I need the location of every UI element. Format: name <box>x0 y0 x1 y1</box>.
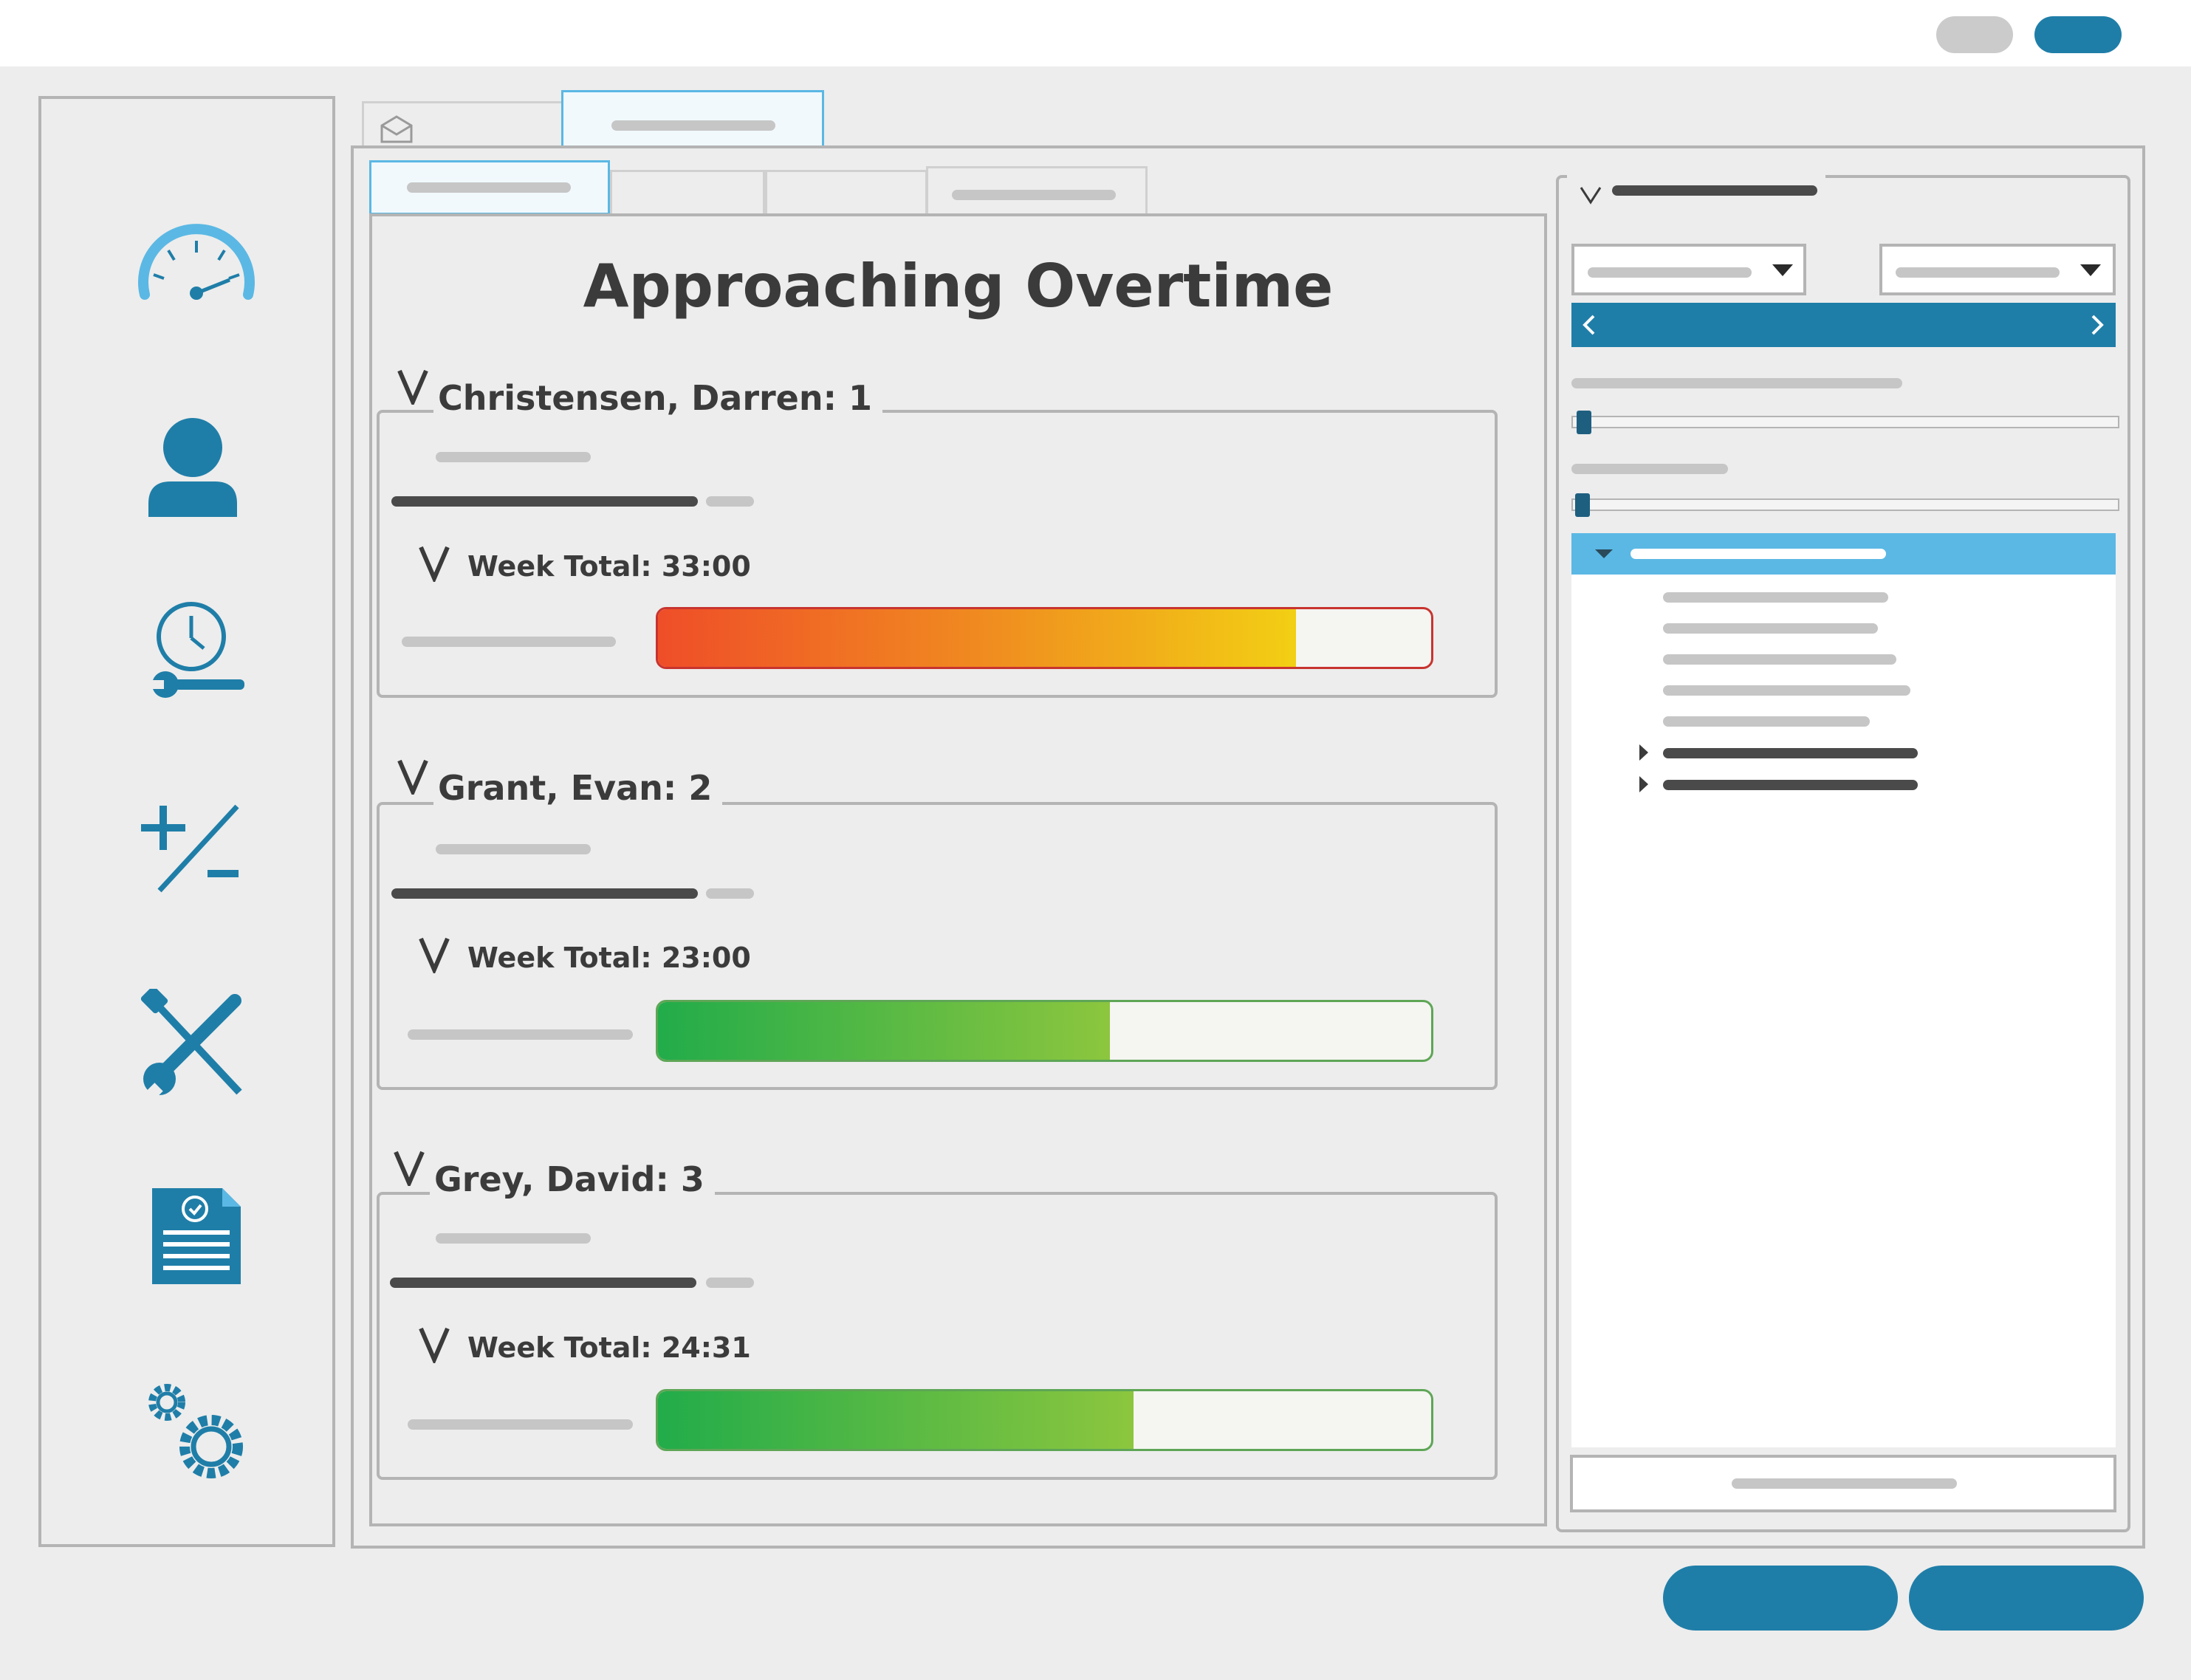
slider-1-label-placeholder <box>1571 378 1902 388</box>
detail-bar-remainder <box>706 888 754 899</box>
week-progress-bar <box>656 1000 1433 1062</box>
approved-document-icon[interactable] <box>148 1184 244 1288</box>
collapse-chevron-icon[interactable] <box>397 758 429 798</box>
tree-child-item[interactable] <box>1663 716 1870 727</box>
slider-1-handle[interactable] <box>1577 411 1591 434</box>
week-total-label: Week Total: 33:00 <box>467 550 751 583</box>
adjustments-plus-minus-icon[interactable] <box>134 800 252 896</box>
week-progress-fill <box>658 1391 1134 1449</box>
week-row-placeholder <box>408 1419 633 1430</box>
detail-placeholder <box>436 844 591 854</box>
slider-2-handle[interactable] <box>1575 493 1590 517</box>
window-minimize-button[interactable] <box>1936 16 2013 53</box>
inner-tab-4[interactable] <box>926 166 1148 215</box>
settings-gears-icon[interactable] <box>141 1376 252 1487</box>
person-title: Grey, David: 3 <box>430 1162 715 1196</box>
collapsed-caret-icon[interactable] <box>1638 743 1650 762</box>
week-total-label: Week Total: 23:00 <box>467 942 751 974</box>
outer-tab-active[interactable] <box>561 90 824 147</box>
sidebar <box>38 96 335 1547</box>
tree-list <box>1571 533 2116 1447</box>
week-row-placeholder <box>408 1029 633 1040</box>
inner-tab-1[interactable] <box>369 160 610 215</box>
page-title: Approaching Overtime <box>583 252 1334 320</box>
collapse-chevron-icon[interactable] <box>397 368 429 408</box>
detail-bar-placeholder <box>390 1278 696 1288</box>
slider-2-track[interactable] <box>1571 498 2119 511</box>
slider-1-track[interactable] <box>1571 416 2119 428</box>
detail-bar-remainder <box>706 496 754 507</box>
detail-bar-placeholder <box>391 888 698 899</box>
week-collapse-chevron-icon[interactable] <box>417 935 451 976</box>
detail-placeholder <box>436 1233 591 1244</box>
person-title: Christensen, Darren: 1 <box>433 381 883 415</box>
home-envelope-icon <box>379 115 414 145</box>
dashboard-gauge-icon[interactable] <box>130 210 263 313</box>
tree-child-item[interactable] <box>1663 623 1878 634</box>
tree-item-selected[interactable] <box>1571 533 2116 575</box>
week-progress-bar <box>656 607 1433 669</box>
next-arrow-icon[interactable] <box>2087 313 2108 337</box>
collapsed-caret-icon[interactable] <box>1638 775 1650 794</box>
filter-dropdown-2[interactable] <box>1879 244 2116 295</box>
outer-tab-home[interactable] <box>362 101 565 147</box>
detail-bar-placeholder <box>391 496 698 507</box>
filter-apply-button[interactable] <box>1570 1455 2116 1512</box>
expanded-caret-icon <box>1594 548 1614 560</box>
tree-child-item[interactable] <box>1663 685 1910 696</box>
week-collapse-chevron-icon[interactable] <box>417 1325 451 1365</box>
filter-dropdown-1[interactable] <box>1571 244 1806 295</box>
week-progress-fill <box>658 609 1296 667</box>
week-row-placeholder <box>402 637 616 647</box>
date-navigation-bar <box>1571 303 2116 347</box>
collapse-chevron-icon[interactable] <box>393 1149 425 1189</box>
filter-panel-title-placeholder <box>1612 185 1817 196</box>
week-progress-bar <box>656 1389 1433 1451</box>
person-title: Grant, Evan: 2 <box>433 771 723 805</box>
detail-bar-remainder <box>706 1278 754 1288</box>
inner-tab-3[interactable] <box>765 170 928 215</box>
slider-2-label-placeholder <box>1571 464 1728 474</box>
inner-tab-2[interactable] <box>610 170 765 215</box>
week-collapse-chevron-icon[interactable] <box>417 544 451 584</box>
dropdown-arrow-icon <box>2079 263 2102 278</box>
week-total-label: Week Total: 24:31 <box>467 1331 751 1364</box>
tree-child-item[interactable] <box>1663 654 1896 665</box>
week-progress-fill <box>658 1002 1111 1060</box>
time-tools-icon[interactable] <box>145 601 248 712</box>
tree-child-item[interactable] <box>1663 592 1888 603</box>
window-maximize-button[interactable] <box>2034 16 2122 53</box>
primary-action-button[interactable] <box>1663 1566 1898 1631</box>
filter-panel-chevron-icon[interactable] <box>1579 185 1602 205</box>
detail-placeholder <box>436 452 591 462</box>
tools-icon[interactable] <box>137 986 248 1102</box>
secondary-action-button[interactable] <box>1909 1566 2144 1631</box>
previous-arrow-icon[interactable] <box>1579 313 1599 337</box>
tree-collapsed-item[interactable] <box>1663 780 1918 790</box>
tree-collapsed-item[interactable] <box>1663 748 1918 758</box>
dropdown-arrow-icon <box>1771 263 1794 278</box>
user-icon[interactable] <box>145 416 241 520</box>
